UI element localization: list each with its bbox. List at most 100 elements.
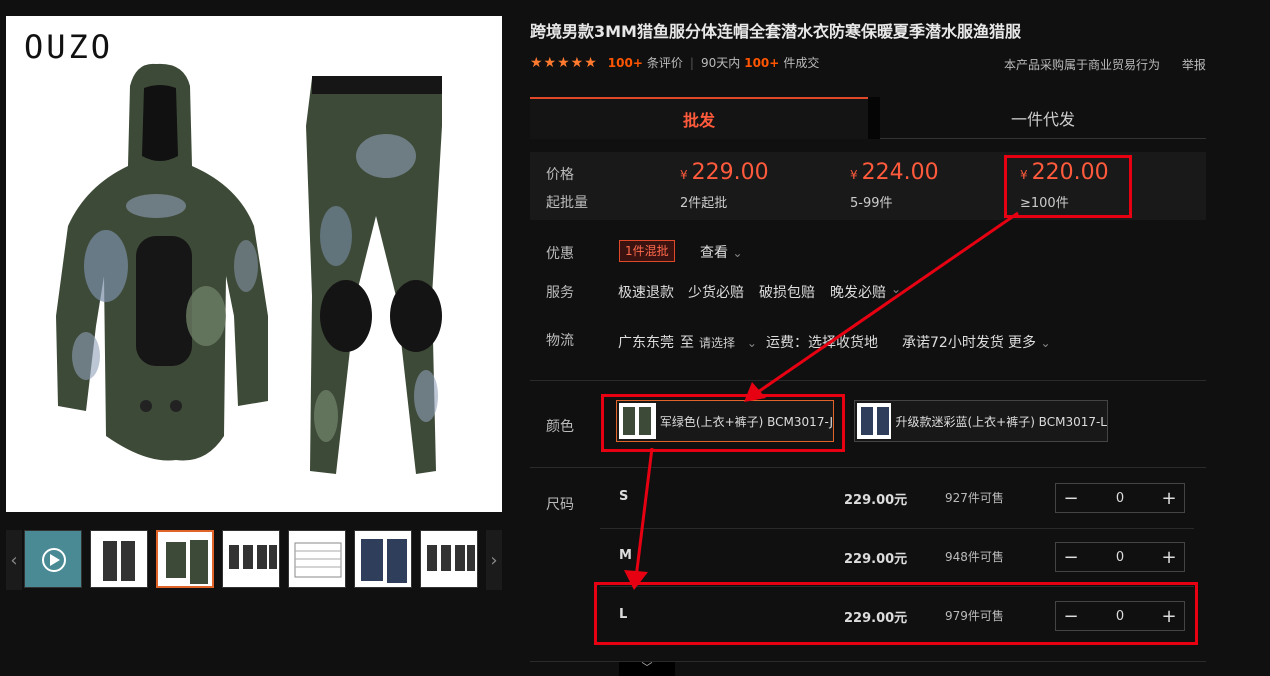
promo-label: 优惠 xyxy=(546,246,574,262)
color-option-camo-blue[interactable]: 升级款迷彩蓝(上衣+裤子) BCM3017-L xyxy=(854,400,1108,442)
service-item: 破损包赔 xyxy=(759,285,815,301)
thumbnail-image[interactable] xyxy=(288,530,346,588)
report-link[interactable]: 举报 xyxy=(1182,58,1206,72)
price-tier-3: ¥220.00 xyxy=(1020,160,1109,185)
logistics-label: 物流 xyxy=(546,333,574,349)
price-value: 224.00 xyxy=(861,160,939,185)
tab-gap xyxy=(868,97,880,139)
color-swatch-image xyxy=(619,403,656,439)
thumbnail-graphic xyxy=(427,545,475,571)
review-label[interactable]: 条评价 xyxy=(647,54,683,71)
chevron-down-icon: ⌄ xyxy=(746,336,757,350)
thumbnail-strip: ‹ › xyxy=(6,530,502,590)
size-stock: 927件可售 xyxy=(945,491,1004,505)
quantity-stepper: − 0 + xyxy=(1055,542,1185,572)
swatch-graphic xyxy=(861,407,889,435)
arrowhead-icon xyxy=(744,382,766,402)
thumbnail-graphic xyxy=(229,545,277,569)
rating-summary: ★★★★★ 100+ 条评价 | 90天内 100+ 件成交 xyxy=(530,54,819,71)
promo-view-label: 查看 xyxy=(700,245,728,261)
thumbnail-graphic xyxy=(361,539,407,583)
size-price: 229.00元 xyxy=(844,611,908,626)
currency-symbol: ¥ xyxy=(680,168,688,182)
color-option-label: 升级款迷彩蓝(上衣+裤子) BCM3017-L xyxy=(895,414,1107,429)
product-title: 跨境男款3MM猎鱼服分体连帽全套潜水衣防寒保暖夏季潜水服渔猎服 xyxy=(530,22,1021,41)
quantity-input[interactable]: 0 xyxy=(1086,491,1154,506)
destination-select-label: 请选择 xyxy=(699,336,736,350)
tab-dropship[interactable]: 一件代发 xyxy=(880,97,1206,139)
play-icon xyxy=(42,548,66,572)
thumbnail-graphic xyxy=(103,541,135,581)
service-label: 服务 xyxy=(546,285,574,301)
deal-label: 件成交 xyxy=(783,56,820,70)
size-name: S xyxy=(619,489,629,504)
header-right-links: 本产品采购属于商业贸易行为 举报 xyxy=(1004,56,1206,73)
moq-tier-3: ≥100件 xyxy=(1020,196,1069,211)
review-count[interactable]: 100+ xyxy=(608,56,643,70)
chevron-left-icon: ‹ xyxy=(10,549,18,571)
color-option-army-green[interactable]: 军绿色(上衣+裤子) BCM3017-J xyxy=(616,400,834,442)
currency-symbol: ¥ xyxy=(850,168,858,182)
star-rating-icon: ★★★★★ xyxy=(530,54,598,71)
more-label: 更多 xyxy=(1008,335,1036,351)
logistics-to: 至 xyxy=(680,335,694,351)
price-label: 价格 xyxy=(546,167,574,183)
thumbnail-next-button[interactable]: › xyxy=(486,530,502,590)
deal-period: 90天内 xyxy=(700,56,741,70)
increment-button[interactable]: + xyxy=(1154,602,1184,630)
wetsuit-illustration xyxy=(56,63,442,474)
color-option-label: 军绿色(上衣+裤子) BCM3017-J xyxy=(659,414,833,429)
price-value: 220.00 xyxy=(1031,160,1109,185)
size-stock: 948件可售 xyxy=(945,550,1004,564)
logistics-destination-select[interactable]: 请选择 ⌄ xyxy=(699,334,757,351)
section-divider xyxy=(530,380,1206,381)
size-stock: 979件可售 xyxy=(945,609,1004,623)
quantity-input[interactable]: 0 xyxy=(1086,609,1154,624)
size-row-s: S 229.00元 927件可售 − 0 + xyxy=(600,469,1194,527)
currency-symbol: ¥ xyxy=(1020,168,1028,182)
color-label: 颜色 xyxy=(546,419,574,435)
increment-button[interactable]: + xyxy=(1154,543,1184,571)
increment-button[interactable]: + xyxy=(1154,484,1184,512)
service-expand-icon[interactable]: ⌄ xyxy=(891,282,901,296)
price-panel: 价格 起批量 ¥229.00 2件起批 ¥224.00 5-99件 ¥220.0… xyxy=(530,152,1206,220)
decrement-button[interactable]: − xyxy=(1056,602,1086,630)
service-item: 晚发必赔 xyxy=(830,285,886,301)
size-name: M xyxy=(619,548,632,563)
thumbnail-image[interactable] xyxy=(354,530,412,588)
price-value: 229.00 xyxy=(691,160,769,185)
purchase-notice: 本产品采购属于商业贸易行为 xyxy=(1004,58,1161,72)
annotation-arrow xyxy=(757,211,1019,394)
thumbnail-graphic xyxy=(166,540,208,584)
size-row-l: L 229.00元 979件可售 − 0 + xyxy=(600,587,1194,645)
quantity-stepper: − 0 + xyxy=(1055,601,1185,631)
thumbnail-image[interactable] xyxy=(90,530,148,588)
logistics-promise: 承诺72小时发货 xyxy=(902,335,1004,351)
size-price: 229.00元 xyxy=(844,552,908,567)
swatch-graphic xyxy=(623,407,651,435)
mixed-batch-badge: 1件混批 xyxy=(619,240,675,262)
chevron-down-icon: ⌄ xyxy=(732,246,743,260)
thumbnail-video[interactable] xyxy=(24,530,82,588)
logistics-origin: 广东东莞 xyxy=(618,335,674,351)
thumbnail-image[interactable] xyxy=(222,530,280,588)
main-product-image[interactable]: OUZO xyxy=(6,16,502,512)
thumbnail-image-selected[interactable] xyxy=(156,530,214,588)
decrement-button[interactable]: − xyxy=(1056,543,1086,571)
size-name: L xyxy=(619,607,628,622)
color-swatch-image xyxy=(857,403,892,439)
expand-toggle[interactable]: ﹀ xyxy=(619,662,675,676)
promo-view-link[interactable]: 查看 ⌄ xyxy=(700,242,743,262)
chevron-right-icon: › xyxy=(490,549,498,571)
quantity-input[interactable]: 0 xyxy=(1086,550,1154,565)
logistics-more-link[interactable]: 更多 ⌄ xyxy=(1008,332,1051,352)
thumbnail-image[interactable] xyxy=(420,530,478,588)
decrement-button[interactable]: − xyxy=(1056,484,1086,512)
tab-wholesale[interactable]: 批发 xyxy=(530,97,868,139)
deal-count: 100+ xyxy=(744,55,780,70)
size-price: 229.00元 xyxy=(844,493,908,508)
chevron-down-icon: ⌄ xyxy=(1040,336,1051,350)
price-tier-2: ¥224.00 xyxy=(850,160,939,185)
thumbnail-prev-button[interactable]: ‹ xyxy=(6,530,22,590)
divider: | xyxy=(689,55,694,70)
